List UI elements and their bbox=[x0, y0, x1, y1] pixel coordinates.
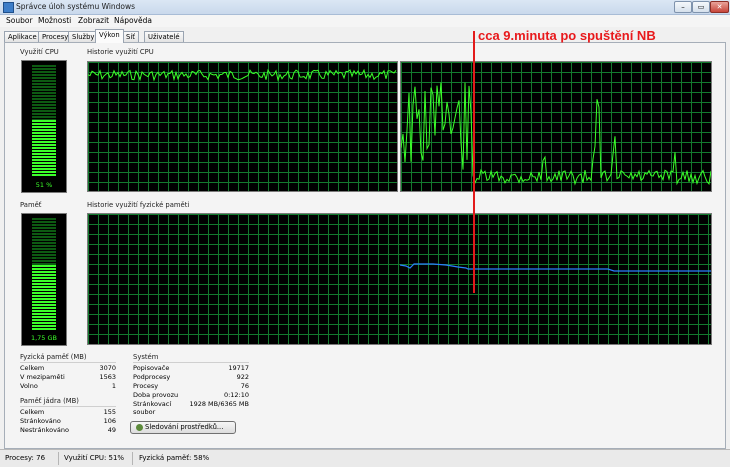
status-processes: Procesy: 76 bbox=[5, 454, 46, 462]
menu-help[interactable]: Nápověda bbox=[114, 16, 152, 25]
menu-view[interactable]: Zobrazit bbox=[78, 16, 109, 25]
tab-services[interactable]: Služby bbox=[68, 31, 99, 42]
status-bar: Procesy: 76 Využití CPU: 51% Fyzická pam… bbox=[0, 449, 730, 467]
title-bar: Správce úloh systému Windows – ▭ ✕ bbox=[0, 0, 730, 15]
window-title: Správce úloh systému Windows bbox=[16, 2, 136, 11]
cpu-usage-label: Využití CPU bbox=[20, 48, 59, 56]
minimize-button[interactable]: – bbox=[674, 1, 692, 13]
kernel-memory-title: Paměť jádra (MB) bbox=[20, 397, 79, 405]
system-table: Popisovače 19717 Podprocesy 922 Procesy 76 … bbox=[133, 362, 249, 416]
system-row: Stránkovací soubor 1928 MB/6365 MB bbox=[133, 400, 249, 416]
system-row: Doba provozu 0:12:10 bbox=[133, 391, 249, 399]
menu-options[interactable]: Možnosti bbox=[38, 16, 71, 25]
physical-memory-row: Celkem 3070 bbox=[20, 364, 116, 372]
resource-monitor-icon bbox=[136, 423, 143, 431]
cpu-usage-value: 51 % bbox=[35, 181, 53, 189]
tab-applications[interactable]: Aplikace bbox=[4, 31, 41, 42]
physical-memory-title: Fyzická paměť (MB) bbox=[20, 353, 87, 361]
memory-usage-meter: 1,75 GB bbox=[21, 213, 67, 346]
tab-network[interactable]: Síť bbox=[122, 31, 139, 42]
status-memory: Fyzická paměť: 58% bbox=[139, 454, 210, 462]
menu-bar: Soubor Možnosti Zobrazit Nápověda bbox=[0, 15, 730, 27]
status-cpu: Využití CPU: 51% bbox=[64, 454, 125, 462]
cpu-history-graph-core2 bbox=[400, 61, 712, 192]
memory-trace bbox=[399, 263, 711, 272]
kernel-memory-table: Celkem 155 Stránkováno 106 Nestránkováno 49 bbox=[20, 406, 116, 437]
kernel-memory-row: Celkem 155 bbox=[20, 408, 116, 416]
memory-usage-value: 1,75 GB bbox=[30, 334, 58, 342]
cpu-history-graph-core1 bbox=[87, 61, 398, 192]
performance-panel: Využití CPU 51 % Historie využití CPU Pa… bbox=[4, 42, 726, 449]
memory-history-graph bbox=[87, 213, 712, 345]
cpu-history-label: Historie využití CPU bbox=[87, 48, 154, 56]
kernel-memory-row: Nestránkováno 49 bbox=[20, 426, 116, 434]
resource-monitor-button[interactable]: Sledování prostředků... bbox=[130, 421, 236, 434]
kernel-memory-row: Stránkováno 106 bbox=[20, 417, 116, 425]
close-button[interactable]: ✕ bbox=[710, 1, 729, 13]
annotation-text: cca 9.minuta po spuštění NB bbox=[478, 28, 656, 43]
task-manager-icon bbox=[3, 2, 14, 13]
system-row: Podprocesy 922 bbox=[133, 373, 249, 381]
cpu-trace-core2 bbox=[401, 82, 711, 186]
system-row: Procesy 76 bbox=[133, 382, 249, 390]
system-row: Popisovače 19717 bbox=[133, 364, 249, 372]
menu-file[interactable]: Soubor bbox=[6, 16, 33, 25]
tab-users[interactable]: Uživatelé bbox=[144, 31, 184, 42]
memory-usage-label: Paměť bbox=[20, 201, 42, 209]
physical-memory-table: Celkem 3070 V mezipaměti 1563 Volno 1 bbox=[20, 362, 116, 393]
physical-memory-row: V mezipaměti 1563 bbox=[20, 373, 116, 381]
maximize-button[interactable]: ▭ bbox=[692, 1, 710, 13]
annotation-marker-line bbox=[473, 31, 475, 293]
tab-performance[interactable]: Výkon bbox=[95, 29, 124, 43]
cpu-usage-meter: 51 % bbox=[21, 60, 67, 193]
memory-history-label: Historie využití fyzické paměti bbox=[87, 201, 190, 209]
system-title: Systém bbox=[133, 353, 159, 361]
cpu-trace-core1 bbox=[88, 68, 397, 82]
physical-memory-row: Volno 1 bbox=[20, 382, 116, 390]
